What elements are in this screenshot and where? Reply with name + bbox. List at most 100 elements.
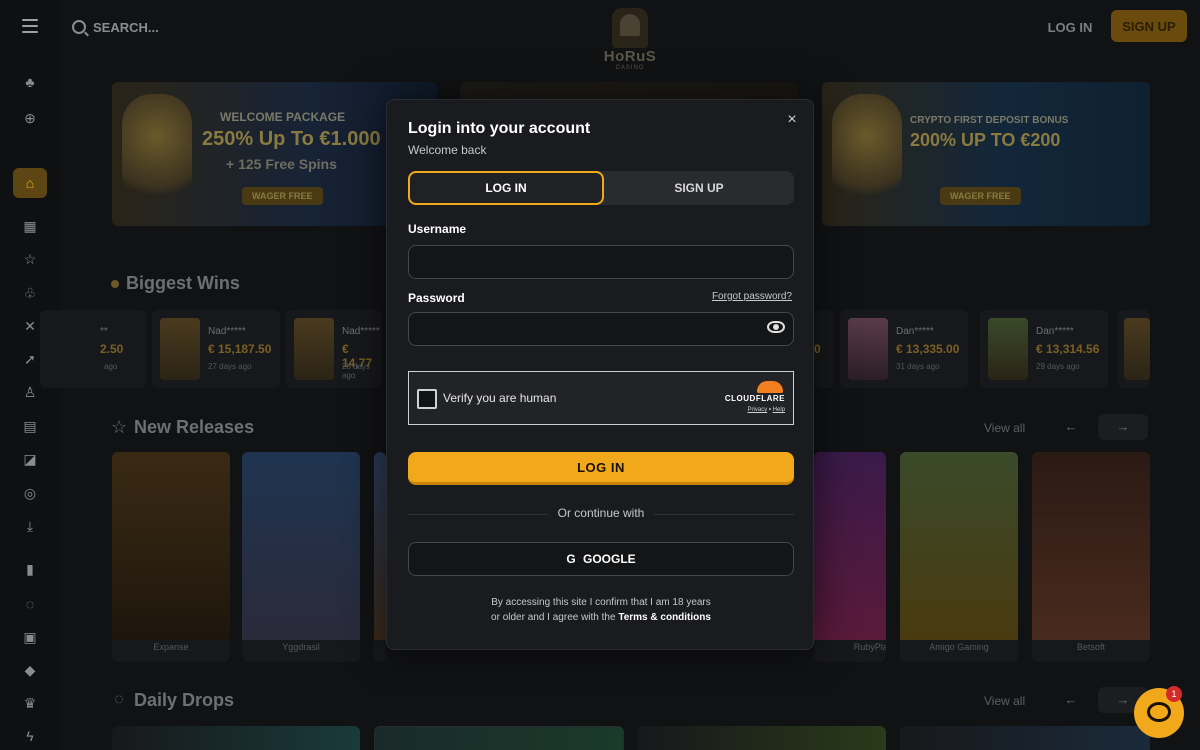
- username-field[interactable]: [408, 245, 794, 279]
- gift-icon[interactable]: ▣: [22, 629, 38, 645]
- grid-icon[interactable]: ▦: [22, 218, 38, 234]
- win-card[interactable]: Nad***** € 15,187.50 27 days ago: [152, 310, 280, 388]
- trophy-icon: [111, 280, 119, 288]
- menu-icon[interactable]: [22, 19, 38, 33]
- swords-icon[interactable]: ✕: [22, 318, 38, 334]
- password-label: Password: [408, 291, 465, 305]
- win-amount: € 15,187.50: [208, 342, 272, 356]
- sports-ball-icon[interactable]: ⊕: [22, 110, 38, 126]
- section-title-biggest-wins: Biggest Wins: [126, 273, 240, 293]
- search-icon: [72, 20, 86, 34]
- header-signup-button[interactable]: SIGN UP: [1111, 10, 1187, 42]
- casino-chips-icon[interactable]: ♣: [22, 74, 38, 90]
- win-time: 31 days ago: [896, 362, 940, 371]
- win-user: Dan*****: [896, 326, 934, 337]
- game-card[interactable]: Betsoft: [1032, 452, 1150, 662]
- star-icon[interactable]: ☆: [22, 251, 38, 267]
- google-icon: G: [566, 552, 576, 566]
- captcha-checkbox[interactable]: [417, 389, 437, 409]
- game-card[interactable]: [374, 452, 386, 662]
- terms-link[interactable]: Terms & conditions: [618, 612, 711, 623]
- crypto-banner[interactable]: CRYPTO FIRST DEPOSIT BONUS 200% UP TO €2…: [822, 82, 1150, 226]
- win-card[interactable]: ** 2.50 ago: [40, 310, 146, 388]
- login-modal: Login into your account Welcome back × L…: [386, 99, 814, 650]
- game-thumbnail: [294, 318, 334, 380]
- next-arrow-button[interactable]: →: [1098, 414, 1148, 440]
- google-label: GOOGLE: [583, 552, 636, 566]
- banner-wager-badge: WAGER FREE: [242, 187, 323, 205]
- game-card[interactable]: Amigo Gaming: [900, 452, 1018, 662]
- dealer-icon[interactable]: ♙: [22, 384, 38, 400]
- login-submit-button[interactable]: LOG IN: [408, 452, 794, 485]
- prev-arrow-button[interactable]: ←: [1046, 687, 1096, 713]
- table-icon[interactable]: ▤: [22, 418, 38, 434]
- site-logo[interactable]: HoRuS CASINO: [598, 8, 662, 78]
- game-provider: Amigo Gaming: [929, 642, 989, 652]
- win-amount: € 13,314.56: [1036, 342, 1100, 356]
- promo-icon[interactable]: ◌: [22, 596, 38, 612]
- modal-subtitle: Welcome back: [408, 143, 487, 157]
- win-card[interactable]: Nad***** € 14,77 28 days ago: [286, 310, 382, 388]
- game-provider: Yggdrasil: [282, 642, 320, 652]
- win-card[interactable]: [1118, 310, 1150, 388]
- search-bar[interactable]: [72, 16, 213, 38]
- game-thumbnail: [988, 318, 1028, 380]
- search-input[interactable]: [93, 19, 213, 35]
- drop-card[interactable]: [900, 726, 1150, 750]
- captcha-help-link[interactable]: Help: [773, 407, 785, 413]
- password-field[interactable]: [408, 312, 794, 346]
- globe-icon[interactable]: ◎: [22, 485, 38, 501]
- home-icon: ⌂: [25, 175, 35, 191]
- drops-icon: ◌: [114, 691, 124, 708]
- game-card[interactable]: Yggdrasil: [242, 452, 360, 662]
- star-outline-icon: ☆: [111, 417, 128, 437]
- banner-offer: 200% UP TO €200: [910, 130, 1061, 150]
- drop-card[interactable]: [374, 726, 624, 750]
- win-card[interactable]: Dan***** € 13,335.00 31 days ago: [840, 310, 968, 388]
- captcha-separator: •: [768, 407, 771, 413]
- stats-icon[interactable]: ▮: [22, 561, 38, 577]
- win-card[interactable]: Dan***** € 13,314.56 29 days ago: [980, 310, 1108, 388]
- game-card[interactable]: RubyPlay: [814, 452, 886, 662]
- win-card[interactable]: .50: [804, 310, 834, 388]
- legal-text: or older and I agree with the: [491, 612, 616, 623]
- captcha-links: Privacy • Help: [748, 407, 785, 413]
- close-icon[interactable]: ×: [785, 112, 799, 128]
- google-login-button[interactable]: G GOOGLE: [408, 542, 794, 576]
- username-label: Username: [408, 222, 467, 236]
- legal-line-2: or older and I agree with the Terms & co…: [387, 610, 815, 625]
- chat-icon: [1147, 702, 1171, 722]
- eye-icon[interactable]: [767, 321, 785, 333]
- drop-card[interactable]: [112, 726, 360, 750]
- download-icon[interactable]: ⤓: [22, 518, 38, 534]
- game-card[interactable]: Expanse: [112, 452, 230, 662]
- header-login-button[interactable]: LOG IN: [1040, 12, 1100, 42]
- tab-signup[interactable]: SIGN UP: [604, 171, 794, 205]
- game-thumbnail: [160, 318, 200, 380]
- captcha-privacy-link[interactable]: Privacy: [748, 407, 768, 413]
- view-all-link[interactable]: View all: [984, 421, 1025, 435]
- view-all-link[interactable]: View all: [984, 694, 1025, 708]
- win-time: ago: [104, 362, 118, 371]
- diamond-icon[interactable]: ◆: [22, 662, 38, 678]
- section-title-new-releases: New Releases: [134, 417, 255, 437]
- game-provider: Betsoft: [1076, 642, 1105, 652]
- cards-icon[interactable]: ♧: [22, 285, 38, 301]
- lightning-icon[interactable]: ϟ: [22, 728, 38, 744]
- or-continue-text: Or continue with: [557, 506, 645, 520]
- chat-notification-badge: 1: [1166, 686, 1182, 702]
- game-provider: RubyPlay: [853, 642, 886, 652]
- cloudflare-brand: CLOUDFLARE: [724, 394, 785, 403]
- auth-tabs: LOG IN SIGN UP: [408, 171, 794, 205]
- tab-login[interactable]: LOG IN: [408, 171, 604, 205]
- rocket-icon[interactable]: ➚: [22, 351, 38, 367]
- win-user: Nad*****: [342, 326, 380, 337]
- crown-icon[interactable]: ♛: [22, 695, 38, 711]
- forgot-password-link[interactable]: Forgot password?: [712, 291, 792, 302]
- ticket-icon[interactable]: ◪: [22, 451, 38, 467]
- win-user: Dan*****: [1036, 326, 1074, 337]
- prev-arrow-button[interactable]: ←: [1046, 414, 1096, 440]
- legal-line-1: By accessing this site I confirm that I …: [491, 597, 711, 608]
- drop-card[interactable]: [638, 726, 886, 750]
- game-art: [900, 452, 1018, 640]
